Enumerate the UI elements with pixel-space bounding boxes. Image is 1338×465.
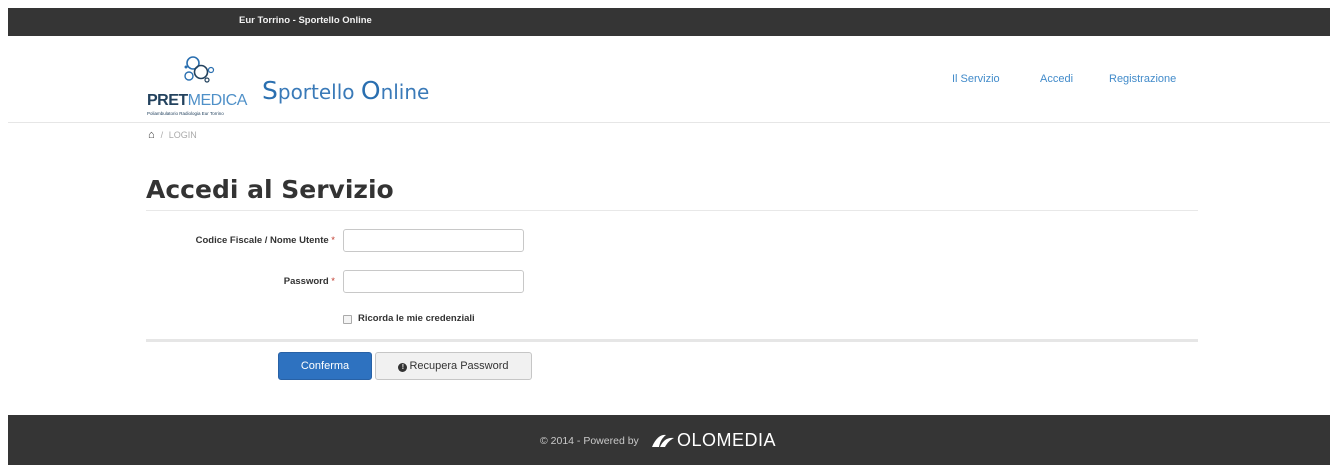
breadcrumb-separator: / (160, 130, 164, 140)
breadcrumb: ⌂ / LOGIN (148, 129, 197, 141)
pretmedica-logo[interactable]: PRETMEDICA Poliambulatorio Radiologia Eu… (147, 54, 252, 122)
site-name: Eur Torrino - Sportello Online (239, 15, 372, 26)
top-bar: Eur Torrino - Sportello Online (8, 8, 1330, 36)
page-title: Accedi al Servizio (146, 175, 394, 204)
molecule-icon (184, 56, 215, 83)
leaf-logo-icon (652, 434, 674, 447)
powered-logo[interactable]: OLOMEDIA (677, 430, 776, 451)
nav-il-servizio[interactable]: Il Servizio (952, 73, 1000, 85)
username-label: Codice Fiscale / Nome Utente * (195, 235, 335, 246)
remember-label[interactable]: Ricorda le mie credenziali (358, 313, 475, 324)
password-input[interactable] (343, 270, 524, 293)
brand-title: Sportello Online (262, 76, 430, 105)
header: PRETMEDICA Poliambulatorio Radiologia Eu… (8, 36, 1330, 123)
logo-text: PRETMEDICA (147, 92, 247, 109)
logo-tagline: Poliambulatorio Radiologia Eur Torrino (147, 111, 224, 116)
exclamation-circle-icon: ! (398, 363, 408, 372)
nav-registrazione[interactable]: Registrazione (1109, 73, 1176, 85)
form-divider (146, 339, 1198, 342)
nav-accedi[interactable]: Accedi (1040, 73, 1073, 85)
footer: © 2014 - Powered by OLOMEDIA (8, 415, 1330, 465)
title-divider (146, 210, 1198, 211)
breadcrumb-current: LOGIN (168, 130, 197, 140)
recover-password-button[interactable]: ! Recupera Password (375, 352, 532, 380)
password-label: Password * (283, 276, 335, 287)
username-input[interactable] (343, 229, 524, 252)
confirm-button[interactable]: Conferma (278, 352, 372, 380)
remember-checkbox[interactable] (343, 315, 352, 324)
copyright-text: © 2014 - Powered by (540, 435, 639, 447)
home-icon[interactable]: ⌂ (148, 129, 155, 141)
